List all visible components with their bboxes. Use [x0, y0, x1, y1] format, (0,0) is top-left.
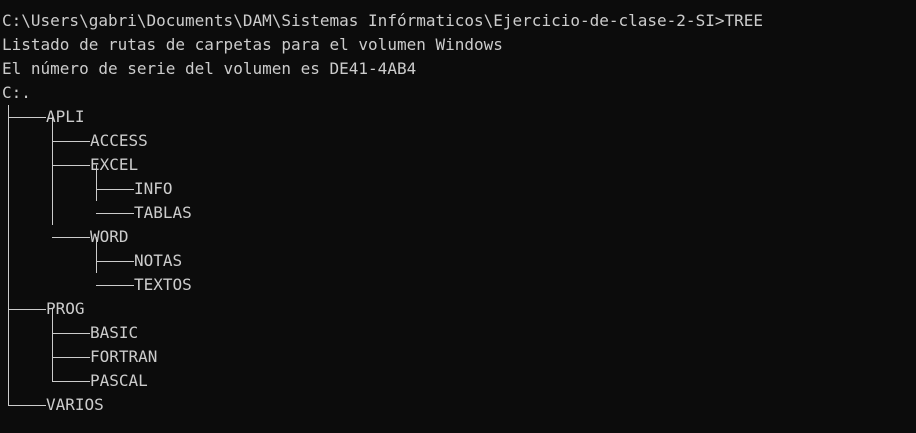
tree-trunk-apli: [52, 117, 53, 225]
connector-textos: [96, 285, 134, 286]
directory-tree: APLI ACCESS EXCEL INFO TABLAS WORD NOTAS…: [2, 105, 916, 417]
folder-varios: VARIOS: [46, 395, 104, 414]
tree-root: C:.: [2, 83, 31, 102]
connector-notas: [96, 261, 134, 262]
volume-listing-line: Listado de rutas de carpetas para el vol…: [2, 35, 503, 54]
connector-info: [96, 189, 134, 190]
folder-fortran: FORTRAN: [90, 347, 158, 366]
connector-varios: [8, 405, 46, 406]
folder-apli: APLI: [46, 107, 85, 126]
prompt-command-line: C:\Users\gabri\Documents\DAM\Sistemas In…: [2, 11, 763, 30]
connector-access: [52, 141, 90, 142]
connector-basic: [52, 333, 90, 334]
folder-notas: NOTAS: [134, 251, 183, 270]
folder-excel: EXCEL: [90, 155, 139, 174]
folder-info: INFO: [134, 179, 173, 198]
connector-prog: [8, 309, 46, 310]
connector-tablas: [96, 213, 134, 214]
console-window[interactable]: C:\Users\gabri\Documents\DAM\Sistemas In…: [0, 0, 916, 433]
folder-word: WORD: [90, 227, 129, 246]
connector-apli: [8, 117, 46, 118]
folder-tablas: TABLAS: [134, 203, 192, 222]
tree-trunk-root: [8, 105, 9, 405]
folder-basic: BASIC: [90, 323, 139, 342]
connector-excel: [52, 165, 90, 166]
volume-serial-line: El número de serie del volumen es DE41-4…: [2, 59, 417, 78]
folder-access: ACCESS: [90, 131, 148, 150]
connector-pascal: [52, 381, 90, 382]
folder-prog: PROG: [46, 299, 85, 318]
folder-textos: TEXTOS: [134, 275, 192, 294]
connector-word: [52, 237, 90, 238]
connector-fortran: [52, 357, 90, 358]
folder-pascal: PASCAL: [90, 371, 148, 390]
